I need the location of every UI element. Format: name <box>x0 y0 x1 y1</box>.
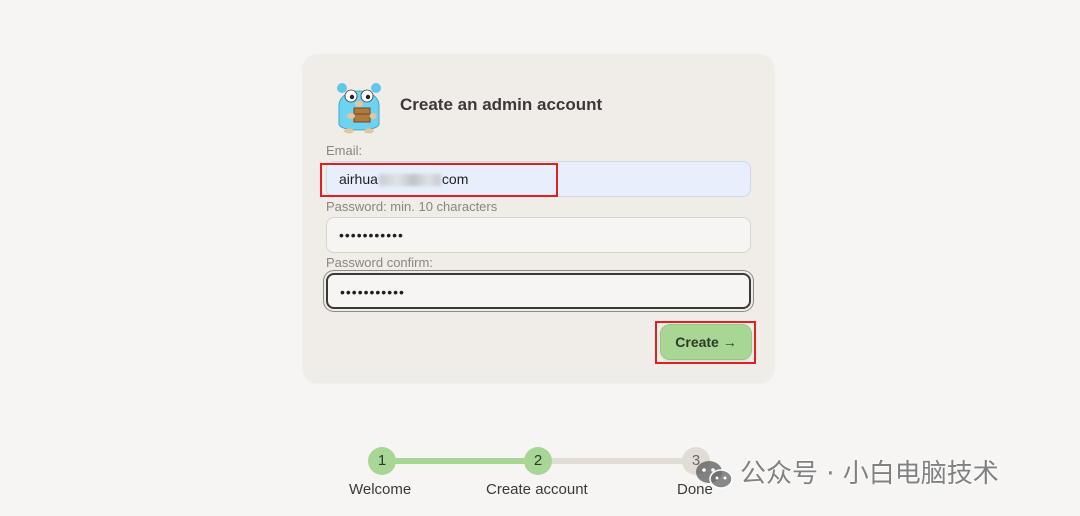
email-label: Email: <box>326 143 363 158</box>
gopher-logo-icon <box>337 83 381 134</box>
password-label: Password: min. 10 characters <box>326 199 498 214</box>
wechat-icon <box>696 460 733 489</box>
create-button[interactable]: Create → <box>660 324 752 360</box>
track-done <box>382 458 538 464</box>
password-confirm-value: ••••••••••• <box>340 284 405 300</box>
step-circle-welcome: 1 <box>368 447 396 475</box>
page-title: Create an admin account <box>400 95 603 114</box>
email-value-end: com <box>441 171 469 187</box>
email-field[interactable]: airhua com <box>326 161 751 197</box>
setup-card: Create an admin account Email: airhua com… <box>303 54 774 382</box>
step-label-create-account: Create account <box>486 481 588 498</box>
redacted-blur <box>378 174 441 187</box>
password-confirm-field[interactable]: ••••••••••• <box>326 273 751 309</box>
track-pending <box>538 458 696 464</box>
step-circle-create-account: 2 <box>524 447 552 475</box>
step-label-welcome: Welcome <box>349 481 412 498</box>
watermark-text: 公众号 · 小白电脑技术 <box>740 459 999 489</box>
email-value-start: airhua <box>339 171 378 187</box>
password-confirm-label: Password confirm: <box>326 255 433 270</box>
password-value: ••••••••••• <box>339 227 404 243</box>
watermark: 公众号 · 小白电脑技术 <box>694 453 999 492</box>
password-field[interactable]: ••••••••••• <box>326 217 751 253</box>
